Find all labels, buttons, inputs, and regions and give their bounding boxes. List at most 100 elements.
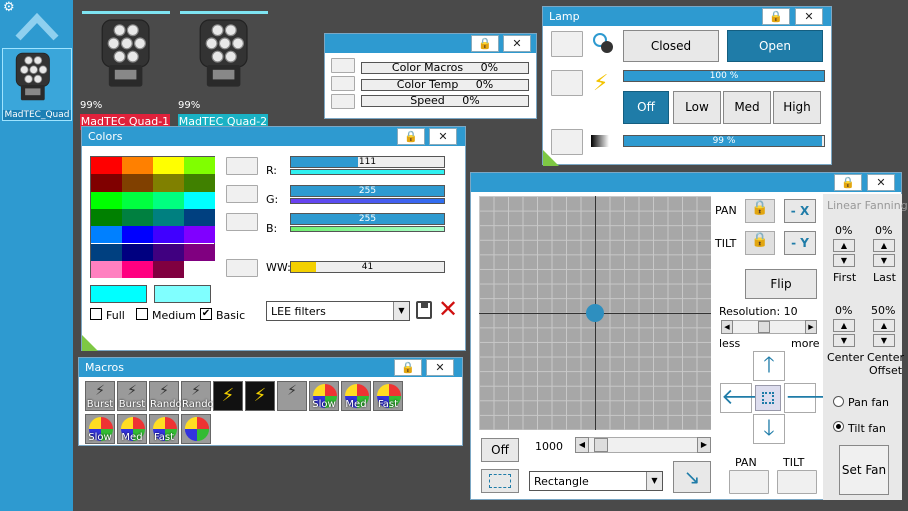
color-swatch[interactable] (91, 174, 122, 192)
arrow-left-icon[interactable]: 🡐 (720, 383, 780, 413)
tilt-fan-radio[interactable] (833, 421, 844, 432)
basic-checkbox[interactable]: ✔ (200, 308, 212, 320)
lock-icon[interactable]: 🔒 (834, 174, 862, 191)
intensity-bar[interactable]: 100 % (623, 70, 825, 82)
ww-button[interactable] (226, 259, 258, 277)
lock-icon[interactable]: 🔒 (471, 35, 499, 52)
macro-button[interactable]: Med (117, 414, 147, 444)
color-swatch[interactable] (153, 243, 184, 261)
color-swatch[interactable] (184, 226, 215, 244)
lock-icon[interactable]: 🔒 (762, 8, 790, 25)
close-icon[interactable]: ✕ (426, 359, 454, 376)
macro-button[interactable]: Slow (309, 381, 339, 411)
resolution-slider[interactable]: ◀ ▶ (721, 320, 817, 334)
arrow-up-icon[interactable]: 🡑 (753, 351, 785, 381)
color-swatch[interactable] (184, 208, 215, 227)
color-swatch[interactable] (153, 208, 184, 227)
tilt-lock-icon[interactable]: 🔒 (745, 231, 775, 255)
color-swatch[interactable] (91, 226, 122, 244)
offset-down-icon[interactable]: ▼ (873, 334, 895, 347)
macro-button[interactable]: Med (341, 381, 371, 411)
speed-slider[interactable]: ◀ ▶ (575, 437, 711, 453)
closed-button[interactable]: Closed (623, 30, 719, 62)
color-swatch[interactable] (153, 260, 184, 279)
macro-button[interactable] (181, 414, 211, 444)
close-icon[interactable]: ✕ (795, 8, 823, 25)
macro-button[interactable]: Fast (149, 414, 179, 444)
color-swatch[interactable] (153, 174, 184, 192)
color-swatch[interactable] (153, 226, 184, 244)
speed-bar[interactable]: Speed 0% (361, 95, 529, 107)
center-down-icon[interactable]: ▼ (833, 334, 855, 347)
color-swatch[interactable] (184, 260, 215, 279)
position-handle[interactable] (586, 304, 604, 322)
shape-select[interactable]: Rectangle ▼ (529, 471, 663, 491)
g-button[interactable] (226, 185, 258, 203)
r-button[interactable] (226, 157, 258, 175)
fixture-tile-2[interactable]: 99% MadTEC Quad-2 (178, 11, 268, 131)
pantilt-grid[interactable] (479, 196, 711, 430)
macro-button[interactable]: ⚡ Burst (85, 381, 115, 411)
color-swatch[interactable] (122, 174, 153, 192)
save-icon[interactable] (416, 301, 432, 319)
color-swatch[interactable] (91, 191, 122, 209)
lamp-row-button[interactable] (551, 70, 583, 96)
color-swatch[interactable] (184, 157, 215, 175)
selection-icon[interactable] (481, 469, 519, 493)
macro-button[interactable]: ⚡ (213, 381, 243, 411)
macro-button[interactable]: Slow (85, 414, 115, 444)
close-icon[interactable]: ✕ (429, 128, 457, 145)
color-swatch[interactable] (122, 226, 153, 244)
corner-add-icon[interactable] (543, 150, 559, 166)
color-swatch[interactable] (91, 243, 122, 261)
b-slider[interactable]: 255 (290, 213, 445, 225)
full-checkbox[interactable] (90, 308, 102, 320)
apply-shape-icon[interactable]: ↘ (673, 461, 711, 493)
lock-icon[interactable]: 🔒 (394, 359, 422, 376)
color-swatch[interactable] (184, 174, 215, 192)
color-temp-bar[interactable]: Color Temp 0% (361, 79, 529, 91)
color-swatch[interactable] (122, 260, 153, 279)
offset-up-icon[interactable]: ▲ (873, 319, 895, 332)
pantilt-off-button[interactable]: Off (481, 438, 519, 462)
filter-select[interactable]: LEE filters ▼ (266, 301, 410, 321)
set-fan-button[interactable]: Set Fan (839, 445, 889, 495)
fixture-tile-1[interactable]: 99% MadTEC Quad-1 (80, 11, 170, 131)
color-swatch[interactable] (184, 191, 215, 209)
macro-button[interactable]: ⚡ (277, 381, 307, 411)
pan-value-button[interactable] (729, 470, 769, 494)
color-swatch[interactable] (122, 157, 153, 175)
corner-add-icon[interactable] (82, 335, 98, 351)
arrow-down-icon[interactable]: 🡓 (753, 414, 785, 444)
shutter-button[interactable] (551, 31, 583, 57)
color-swatch[interactable] (122, 243, 153, 261)
collapse-up-icon[interactable] (14, 8, 60, 46)
lock-icon[interactable]: 🔒 (397, 128, 425, 145)
open-button[interactable]: Open (727, 30, 823, 62)
macro-button[interactable]: ⚡ Random (181, 381, 223, 411)
b-button[interactable] (226, 213, 258, 231)
macro-button[interactable]: Fast (373, 381, 403, 411)
center-icon[interactable] (755, 385, 781, 411)
pan-fan-radio[interactable] (833, 396, 844, 407)
g-slider[interactable]: 255 (290, 185, 445, 197)
color-swatch[interactable] (122, 191, 153, 209)
macro-button[interactable]: ⚡ Random (149, 381, 191, 411)
color-swatch[interactable] (153, 191, 184, 209)
arrow-right-icon[interactable]: 🡒 (784, 383, 844, 413)
sidebar-fixture-item[interactable]: MadTEC_Quad (2, 48, 72, 121)
row-button[interactable] (331, 58, 355, 73)
macro-button[interactable]: ⚡ Burst (117, 381, 147, 411)
mode-high-button[interactable]: High (773, 91, 821, 124)
row-button[interactable] (331, 94, 355, 109)
center-up-icon[interactable]: ▲ (833, 319, 855, 332)
color-swatch[interactable] (153, 157, 184, 175)
mode-low-button[interactable]: Low (673, 91, 721, 124)
delete-icon[interactable]: ✕ (438, 297, 458, 321)
mode-off-button[interactable]: Off (623, 91, 669, 124)
color-swatch[interactable] (122, 208, 153, 227)
last-down-icon[interactable]: ▼ (873, 254, 895, 267)
color-swatch[interactable] (91, 208, 122, 227)
pan-lock-icon[interactable]: 🔒 (745, 199, 775, 223)
macro-button[interactable]: ⚡ (245, 381, 275, 411)
